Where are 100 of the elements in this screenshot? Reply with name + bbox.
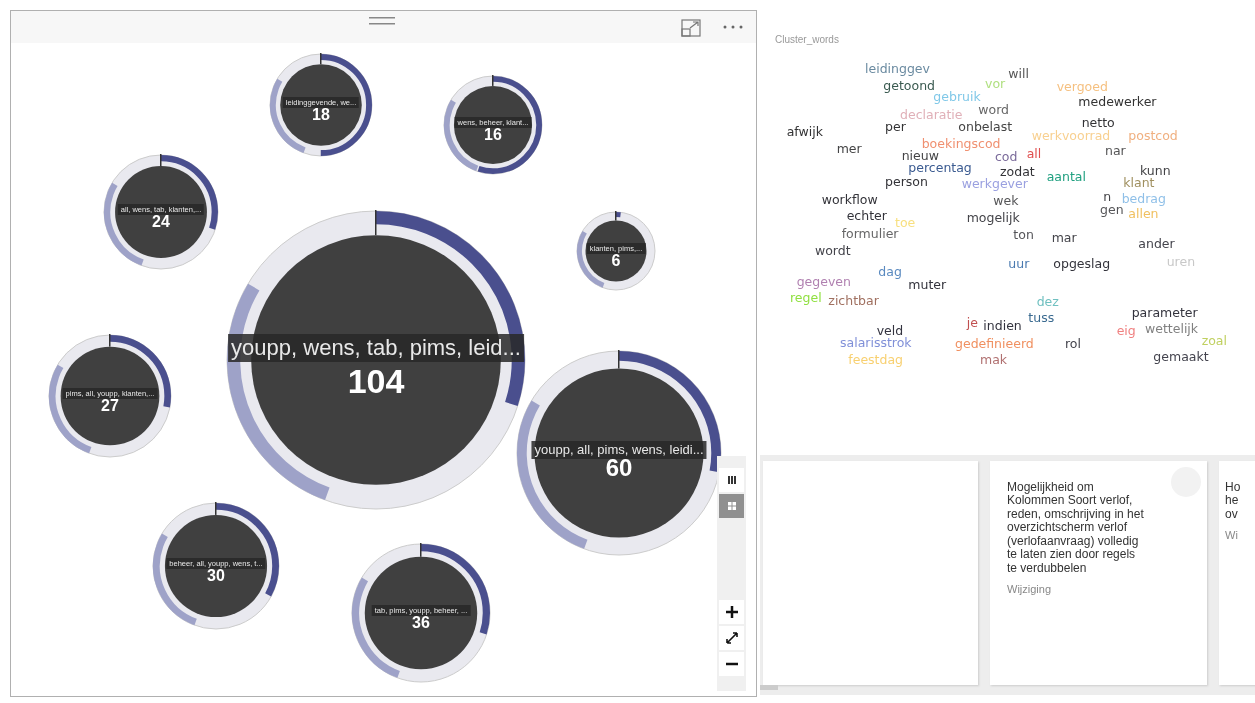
cloud-word: gebruik: [933, 91, 981, 104]
cloud-word: per: [885, 120, 906, 134]
cloud-word: klant: [1123, 177, 1155, 190]
cloud-word: opgeslag: [1053, 258, 1111, 271]
cloud-word: feestdag: [848, 354, 904, 367]
cloud-word: veld: [876, 324, 904, 338]
bubble-count: 18: [312, 107, 330, 123]
cloud-word: aantal: [1046, 171, 1086, 184]
cloud-word: zoal: [1201, 334, 1227, 348]
cloud-word: ton: [1013, 229, 1034, 242]
cloud-word: postcod: [1128, 129, 1178, 143]
cloud-word: will: [1008, 68, 1029, 81]
bubble-count: 27: [101, 398, 120, 414]
cloud-word: person: [885, 176, 928, 189]
cloud-word: vor: [985, 78, 1006, 91]
card-text: ov: [1225, 507, 1239, 522]
cloud-word: muter: [908, 279, 947, 292]
cloud-word: werkvoorrad: [1031, 130, 1111, 143]
cloud-word: all: [1026, 148, 1042, 161]
bubble-count: 30: [206, 568, 225, 584]
card-tag: Wi: [1225, 527, 1255, 544]
bubble-count: 16: [483, 127, 503, 143]
bubble[interactable]: [576, 211, 656, 291]
grid-icon: [726, 501, 737, 511]
cloud-word: mogelijk: [966, 212, 1020, 225]
cloud-word: getoond: [883, 79, 935, 93]
bubble-label: youpp, wens, tab, pims, leid...: [228, 334, 524, 363]
bubble[interactable]: [152, 502, 280, 630]
cloud-word: vergoed: [1056, 81, 1108, 94]
bubble-label: youpp, all, pims, wens, leidi...: [531, 441, 707, 459]
cloud-word: declaratie: [900, 109, 963, 122]
bubble[interactable]: [103, 154, 219, 270]
bubble-count: 104: [346, 364, 406, 398]
cloud-word: gen: [1100, 203, 1124, 217]
cloud-word: gegeven: [796, 276, 851, 289]
bubble-count: 36: [412, 615, 430, 631]
cloud-word: afwijk: [786, 126, 823, 139]
cloud-word: salarisstrok: [840, 337, 912, 350]
cloud-word: nar: [1105, 145, 1126, 158]
cloud-word: dez: [1036, 295, 1059, 309]
cloud-word: bedrag: [1121, 193, 1166, 206]
cloud-word: echter: [846, 210, 887, 223]
cloud-word: werkgever: [961, 178, 1028, 191]
bubble-count: 6: [610, 253, 621, 269]
cloud-word: zichtbar: [828, 295, 879, 308]
cloud-word: word: [978, 103, 1010, 117]
bubble-count: 24: [151, 214, 171, 230]
more-options-icon[interactable]: [723, 25, 745, 29]
cloud-word: percentag: [908, 162, 972, 175]
card[interactable]: Ho he ov Wi: [1219, 461, 1255, 685]
fit-button[interactable]: [719, 626, 744, 650]
cloud-word: mar: [1051, 232, 1077, 245]
columns-view-button[interactable]: [719, 468, 744, 492]
cloud-word: parameter: [1131, 307, 1198, 320]
cloud-word: workflow: [821, 194, 878, 207]
cloud-word: gemaakt: [1153, 351, 1209, 364]
cloud-word: wordt: [815, 244, 851, 258]
cloud-word: leidinggev: [865, 63, 930, 76]
cloud-word: rol: [1065, 338, 1081, 351]
cloud-word: netto: [1081, 117, 1115, 130]
focus-mode-icon[interactable]: [681, 19, 701, 37]
diagonal-arrows-icon: [725, 632, 738, 644]
cloud-word: mer: [836, 143, 862, 156]
cloud-word: indien: [983, 319, 1022, 333]
zoom-out-button[interactable]: [719, 652, 744, 676]
card-text: Mogelijkheid om Kolommen Soort verlof, reden, omschrijving in het overzichtscherm verlof (verlofaanvraag) volledig te laten zien door regels te verdubbelen: [1007, 481, 1145, 576]
cloud-word: wek: [993, 195, 1019, 208]
cloud-word: nieuw: [901, 149, 939, 163]
chart-title: Cluster_words: [775, 33, 839, 47]
bubble[interactable]: [269, 53, 373, 157]
cloud-word: cod: [995, 150, 1018, 164]
plus-icon: [725, 606, 738, 618]
zoom-in-button[interactable]: [719, 600, 744, 624]
card[interactable]: Mogelijkheid om Kolommen Soort verlof, reden, omschrijving in het overzichtscherm verlof (verlofaanvraag) volledig te laten zien door regels te verdubbelen Wijziging: [990, 461, 1207, 685]
cloud-word: mak: [980, 354, 1008, 367]
bubble[interactable]: [48, 334, 172, 458]
cloud-word: eig: [1116, 324, 1136, 338]
cloud-word: ander: [1138, 238, 1175, 251]
cloud-word: n: [1103, 191, 1112, 204]
cloud-word: medewerker: [1078, 95, 1157, 109]
scrollbar-thumb[interactable]: [760, 685, 778, 690]
cloud-word: je: [966, 317, 978, 330]
bubble[interactable]: [226, 210, 526, 510]
drag-handle-icon[interactable]: [369, 16, 395, 26]
cloud-word: dag: [878, 266, 902, 279]
cloud-word: regel: [790, 292, 822, 305]
bubble[interactable]: [351, 543, 491, 683]
card-text: he: [1225, 494, 1240, 508]
cloud-word: kunn: [1140, 164, 1171, 178]
columns-icon: [726, 475, 737, 485]
cloud-word: gedefinieerd: [955, 338, 1034, 351]
card-tag: Wijziging: [1007, 581, 1147, 598]
cloud-word: uur: [1008, 258, 1030, 271]
card-text: Ho: [1225, 481, 1242, 495]
cloud-word: tuss: [1028, 312, 1055, 325]
cloud-word: formulier: [841, 228, 899, 241]
bubble[interactable]: [443, 75, 543, 175]
cloud-word: wettelijk: [1145, 323, 1199, 336]
cloud-word: zodat: [1000, 166, 1035, 179]
cloud-word: toe: [895, 217, 916, 230]
